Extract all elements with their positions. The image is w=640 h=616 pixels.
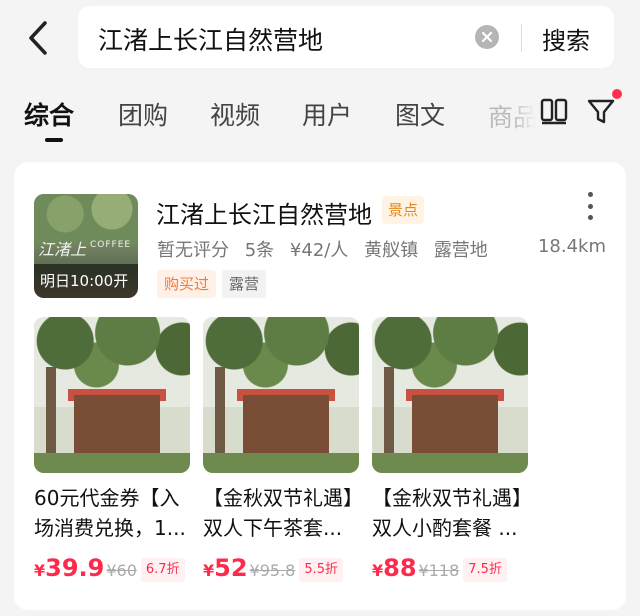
discount-badge: 5.5折: [299, 558, 344, 582]
notification-dot: [612, 89, 622, 99]
deal-price: 52: [214, 554, 248, 582]
deal-price: 39.9: [45, 554, 105, 582]
clear-search-button[interactable]: [475, 25, 499, 49]
deal-title[interactable]: 60元代金券【入场消费兑换，1...: [34, 483, 192, 543]
thumbnail-brand-sub: COFFEE: [90, 240, 132, 250]
search-input[interactable]: 江渚上长江自然营地 搜索: [78, 6, 614, 68]
chevron-left-icon: [29, 21, 47, 55]
active-tab-indicator: [45, 138, 63, 142]
price-currency: ¥: [34, 561, 46, 580]
deal-title[interactable]: 【金秋双节礼遇】双人小酌套餐 ...: [372, 483, 530, 543]
search-bar: 江渚上长江自然营地 搜索: [0, 0, 640, 80]
poi-name[interactable]: 江渚上长江自然营地: [156, 195, 372, 230]
search-query[interactable]: 江渚上长江自然营地: [98, 21, 323, 57]
close-circle-icon: [481, 31, 493, 43]
original-price: ¥118: [418, 561, 460, 580]
original-price: ¥95.8: [249, 561, 296, 580]
poi-type-tag: 景点: [382, 196, 425, 224]
filter-icon[interactable]: [586, 96, 616, 126]
poi-distance: 18.4km: [537, 236, 606, 257]
poi-thumbnail[interactable]: 江渚上 COFFEE 明日10:00开: [34, 194, 138, 298]
price-currency: ¥: [203, 561, 215, 580]
deal-title[interactable]: 【金秋双节礼遇】双人下午茶套...: [203, 483, 361, 543]
two-column-layout-icon[interactable]: [540, 97, 568, 125]
discount-badge: 6.7折: [140, 558, 185, 582]
discount-badge: 7.5折: [463, 558, 507, 582]
opening-time-label: 明日10:00开: [40, 272, 129, 290]
deal-price-row: ¥88 ¥118 7.5折: [372, 554, 542, 584]
price-currency: ¥: [372, 561, 384, 580]
tab-group-buy[interactable]: 团购: [118, 96, 168, 132]
deal-image[interactable]: [372, 317, 528, 473]
tab-users[interactable]: 用户: [302, 96, 352, 132]
category-badge: 露营: [222, 270, 267, 298]
deal-price-row: ¥39.9 ¥60 6.7折: [34, 554, 204, 584]
purchased-badge: 购买过: [157, 270, 217, 298]
poi-meta: 暂无评分 5条 ¥42/人 黄舣镇 露营地: [157, 236, 498, 262]
original-price: ¥60: [106, 561, 137, 580]
poi-rating: 暂无评分: [157, 240, 229, 261]
divider: [521, 24, 522, 52]
tab-posts[interactable]: 图文: [395, 96, 445, 132]
deal-image[interactable]: [34, 317, 190, 473]
poi-price: ¥42/人: [289, 240, 349, 261]
poi-review-count: 5条: [244, 240, 275, 261]
tab-products[interactable]: 商品: [488, 98, 536, 134]
deal-price: 88: [383, 554, 417, 582]
search-button[interactable]: 搜索: [542, 21, 590, 56]
more-options-icon[interactable]: [584, 192, 596, 220]
deal-price-row: ¥52 ¥95.8 5.5折: [203, 554, 373, 584]
tab-comprehensive[interactable]: 综合: [24, 96, 74, 132]
deal-image[interactable]: [203, 317, 359, 473]
back-button[interactable]: [20, 18, 56, 58]
poi-category: 露营地: [433, 240, 488, 261]
poi-area: 黄舣镇: [364, 240, 419, 261]
poi-result-card[interactable]: 江渚上 COFFEE 明日10:00开 江渚上长江自然营地 景点 暂无评分 5条…: [14, 162, 626, 610]
tab-video[interactable]: 视频: [210, 96, 260, 132]
thumbnail-brand-text: 江渚上: [38, 240, 87, 259]
